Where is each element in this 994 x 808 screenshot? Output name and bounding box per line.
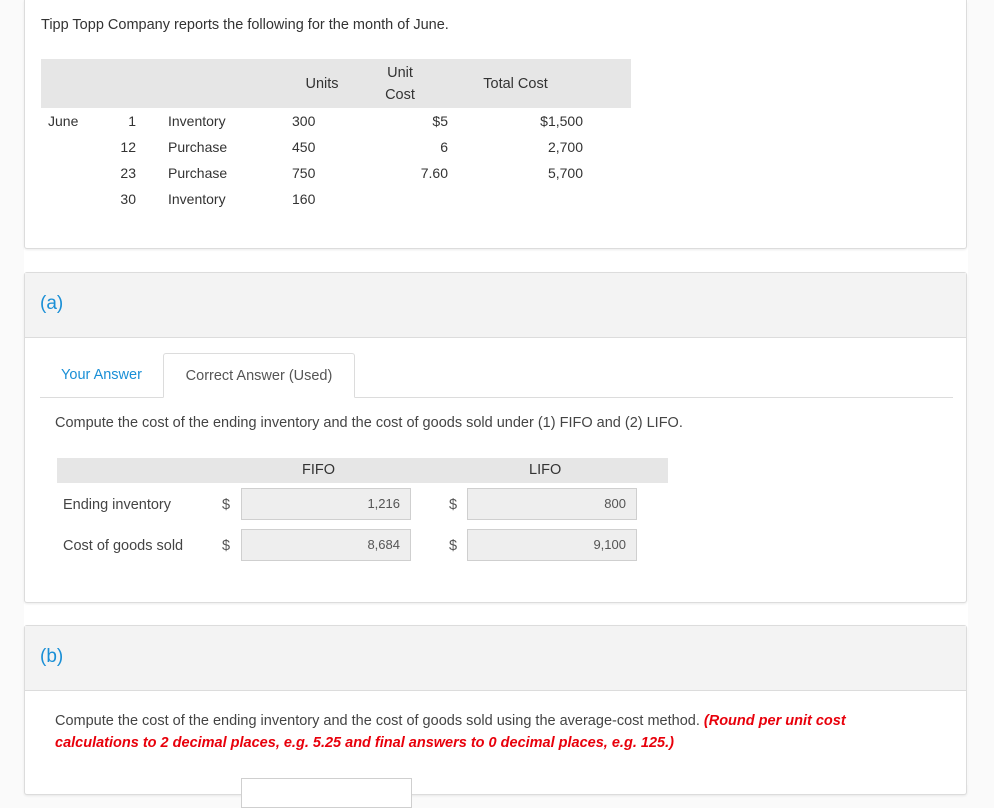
- header-padding: [583, 59, 631, 108]
- inventory-data-table: Units Unit Cost Total Cost June 1 Invent…: [41, 59, 631, 212]
- answer-tabs: Your Answer Correct Answer (Used): [40, 353, 953, 398]
- row-label: Cost of goods sold: [63, 538, 184, 554]
- header-unit-cost-line2: Cost: [385, 86, 415, 103]
- cell-total-cost: $1,500: [540, 113, 583, 129]
- cell-day: 23: [120, 165, 136, 181]
- answer-table-header: FIFO LIFO: [57, 458, 668, 483]
- cell-day: 12: [120, 139, 136, 155]
- problem-intro: Tipp Topp Company reports the following …: [41, 17, 449, 33]
- cell-description: Purchase: [168, 139, 228, 155]
- header-total-cost: Total Cost: [483, 75, 548, 92]
- currency-symbol: $: [222, 538, 231, 554]
- cell-description: Inventory: [168, 113, 226, 129]
- cell-total-cost: 2,700: [547, 139, 583, 155]
- header-unit-cost: Unit Cost: [352, 59, 448, 108]
- currency-symbol: $: [222, 497, 231, 513]
- section-a-instruction: Compute the cost of the ending inventory…: [55, 415, 683, 431]
- section-a-card: (a) Your Answer Correct Answer (Used) Co…: [24, 272, 967, 603]
- cell-total-cost: [448, 186, 583, 212]
- tab-your-answer[interactable]: Your Answer: [40, 353, 163, 397]
- cell-description: Inventory: [168, 191, 226, 207]
- header-unit-cost-line1: Unit: [387, 64, 413, 81]
- cell-unit-cost: $5: [432, 113, 448, 129]
- cell-units: 750: [292, 165, 316, 181]
- currency-symbol: $: [449, 538, 458, 554]
- cell-units: 300: [292, 113, 316, 129]
- cell-units: 450: [292, 139, 316, 155]
- cell-units: 160: [292, 191, 316, 207]
- row-label: Ending inventory: [63, 497, 172, 513]
- cell-month: [41, 160, 104, 186]
- cell-day: 1: [128, 113, 136, 129]
- header-day: [104, 59, 136, 108]
- lifo-cost-of-goods-sold-field[interactable]: 9,100: [467, 529, 637, 561]
- header-description: [136, 59, 292, 108]
- section-a-label: (a): [40, 293, 64, 314]
- currency-symbol: $: [449, 497, 458, 513]
- tab-correct-answer-used[interactable]: Correct Answer (Used): [163, 353, 355, 398]
- section-b-label: (b): [40, 646, 64, 667]
- column-header-lifo: LIFO: [529, 462, 562, 478]
- column-header-fifo: FIFO: [302, 462, 336, 478]
- table-row: 30 Inventory 160: [41, 186, 631, 212]
- cell-month: June: [48, 113, 79, 129]
- section-b-instruction-block: Compute the cost of the ending inventory…: [55, 710, 915, 754]
- header-units: Units: [305, 75, 339, 92]
- table-header-row: Units Unit Cost Total Cost: [41, 59, 631, 108]
- table-row: June 1 Inventory 300 $5 $1,500: [41, 108, 631, 134]
- cell-total-cost: 5,700: [547, 165, 583, 181]
- section-b-header: (b): [25, 626, 966, 691]
- table-row: 12 Purchase 450 6 2,700: [41, 134, 631, 160]
- answer-row-cost-of-goods-sold: Cost of goods sold $ 8,684 $ 9,100: [63, 529, 663, 563]
- cell-description: Purchase: [168, 165, 228, 181]
- cell-unit-cost: 6: [440, 139, 448, 155]
- average-cost-input-field[interactable]: [241, 778, 412, 808]
- fifo-cost-of-goods-sold-field[interactable]: 8,684: [241, 529, 411, 561]
- cell-day: 30: [120, 191, 136, 207]
- cell-month: [41, 186, 104, 212]
- section-a-header: (a): [25, 273, 966, 338]
- header-month: [41, 59, 104, 108]
- answer-row-ending-inventory: Ending inventory $ 1,216 $ 800: [63, 488, 663, 522]
- left-gutter: [0, 0, 24, 785]
- section-b-card: (b) Compute the cost of the ending inven…: [24, 625, 967, 808]
- cell-unit-cost: [352, 186, 448, 212]
- right-gutter: [968, 0, 994, 785]
- section-b-instruction: Compute the cost of the ending inventory…: [55, 713, 700, 729]
- lifo-ending-inventory-field[interactable]: 800: [467, 488, 637, 520]
- cell-unit-cost: 7.60: [420, 165, 448, 181]
- problem-card: Tipp Topp Company reports the following …: [24, 0, 967, 249]
- cell-month: [41, 134, 104, 160]
- fifo-ending-inventory-field[interactable]: 1,216: [241, 488, 411, 520]
- table-row: 23 Purchase 750 7.60 5,700: [41, 160, 631, 186]
